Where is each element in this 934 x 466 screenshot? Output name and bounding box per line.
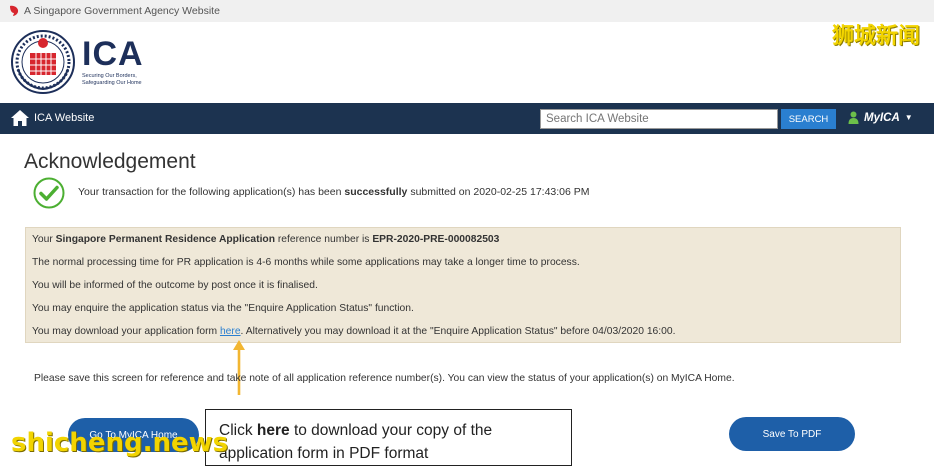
gov-masthead-text: A Singapore Government Agency Website xyxy=(24,5,220,17)
processing-time-line: The normal processing time for PR applic… xyxy=(32,257,580,268)
success-message: Your transaction for the following appli… xyxy=(78,186,590,198)
ica-logo[interactable]: ICA Securing Our Borders, Safeguarding O… xyxy=(10,26,144,98)
search-input[interactable] xyxy=(540,109,778,129)
reference-number: EPR-2020-PRE-000082503 xyxy=(372,234,500,245)
watermark-chinese: 狮城新闻 xyxy=(831,24,920,49)
callout-strong: here xyxy=(256,422,290,439)
search-button[interactable]: SEARCH xyxy=(781,109,836,129)
chevron-down-icon: ▼ xyxy=(904,113,913,122)
home-icon xyxy=(11,110,29,126)
outcome-line: You will be informed of the outcome by p… xyxy=(32,280,318,291)
success-strong: successfully xyxy=(344,186,408,198)
top-nav-bar: ICA Website SEARCH MyICA ▼ xyxy=(0,103,934,134)
lion-head-icon xyxy=(10,5,19,17)
enquire-line: You may enquire the application status v… xyxy=(32,303,414,314)
myica-label: MyICA xyxy=(864,111,900,124)
ica-wordmark: ICA xyxy=(82,35,144,73)
ica-website-label: ICA Website xyxy=(34,112,95,124)
success-check-icon xyxy=(33,177,65,209)
ica-website-link[interactable]: ICA Website xyxy=(10,108,94,128)
download-here-link[interactable]: here xyxy=(220,326,241,337)
ica-tagline-2: Safeguarding Our Home xyxy=(82,80,142,86)
ref-prefix: Your xyxy=(32,234,56,245)
application-name: Singapore Permanent Residence Applicatio… xyxy=(55,234,276,245)
watermark-site: shicheng.news xyxy=(11,428,229,458)
download-line: You may download your application form h… xyxy=(32,326,894,349)
ica-crest-icon xyxy=(11,30,75,94)
page-title: Acknowledgement xyxy=(24,150,196,173)
download-suffix: . Alternatively you may download it at t… xyxy=(240,326,676,337)
ref-mid: reference number is xyxy=(275,234,373,245)
application-info-panel: Your Singapore Permanent Residence Appli… xyxy=(25,227,901,343)
success-suffix: submitted on 2020-02-25 17:43:06 PM xyxy=(407,186,590,198)
annotation-callout: Click here to download your copy of the … xyxy=(205,409,572,466)
user-icon xyxy=(848,111,859,124)
arrow-up-icon xyxy=(233,340,245,395)
success-prefix: Your transaction for the following appli… xyxy=(78,186,345,198)
gov-masthead: A Singapore Government Agency Website xyxy=(0,0,934,22)
myica-menu[interactable]: MyICA ▼ xyxy=(848,111,913,124)
ica-tagline-1: Securing Our Borders, xyxy=(82,73,137,79)
download-prefix: You may download your application form xyxy=(32,326,220,337)
save-note: Please save this screen for reference an… xyxy=(34,373,735,384)
save-to-pdf-button[interactable]: Save To PDF xyxy=(729,417,855,451)
reference-line: Your Singapore Permanent Residence Appli… xyxy=(32,234,894,257)
